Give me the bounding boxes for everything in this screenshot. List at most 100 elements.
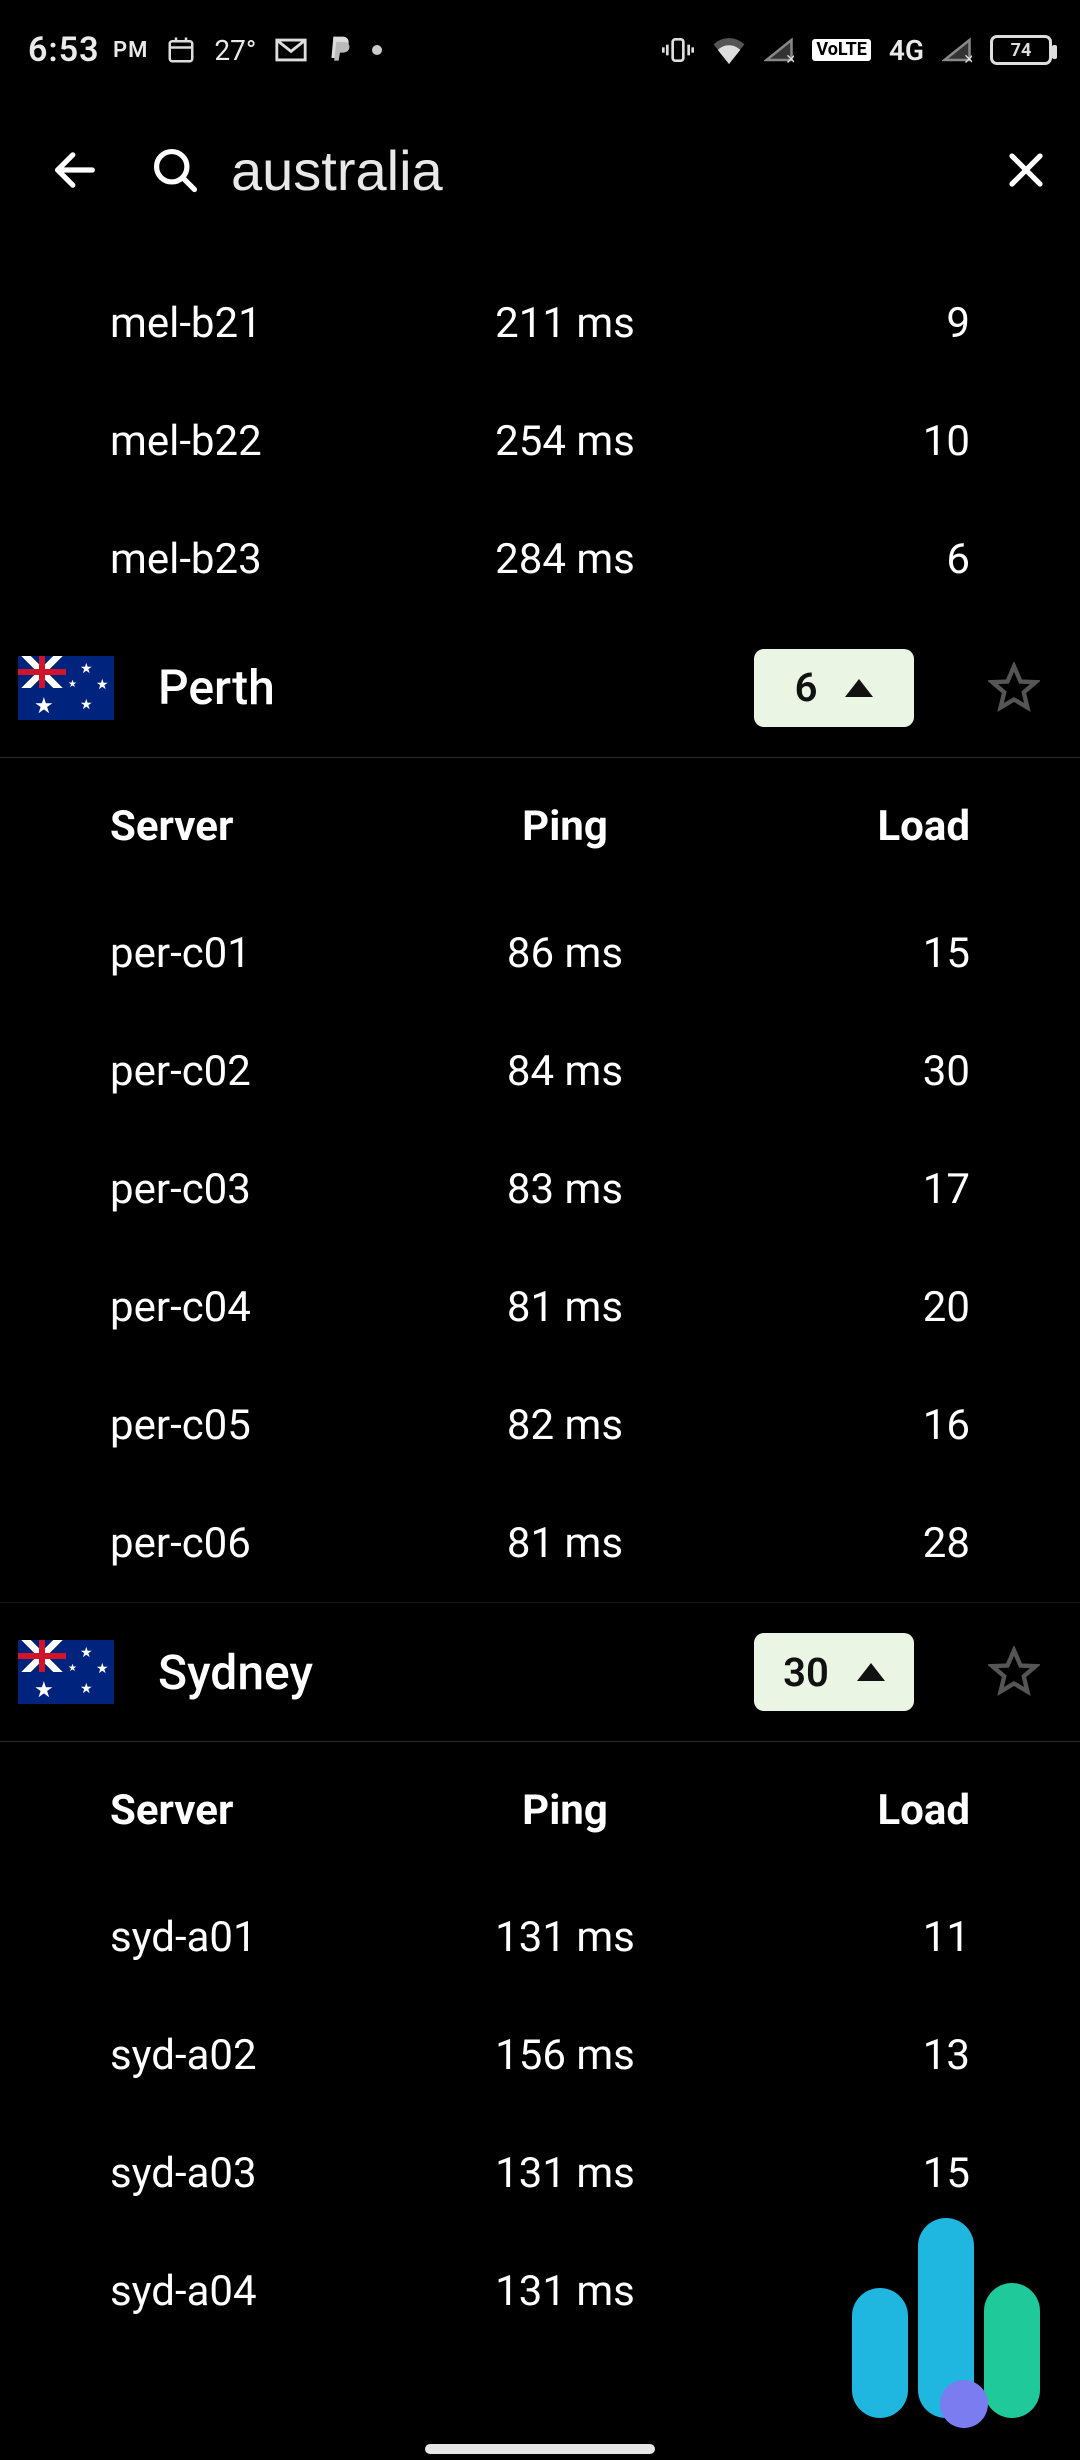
header-ping: Ping bbox=[413, 1786, 716, 1835]
server-ping: 156 ms bbox=[413, 2031, 716, 2080]
server-row[interactable]: syd-a03 131 ms 15 bbox=[0, 2114, 1080, 2232]
city-name: Perth bbox=[158, 659, 710, 716]
server-name: syd-a04 bbox=[110, 2267, 413, 2316]
star-outline-icon bbox=[988, 1646, 1040, 1698]
server-load: 13 bbox=[717, 2031, 1020, 2080]
wifi-icon bbox=[712, 36, 746, 64]
flag-australia-icon: ★★★ ★★ bbox=[18, 1640, 114, 1704]
header-server: Server bbox=[110, 1786, 413, 1835]
server-ping: 83 ms bbox=[413, 1165, 716, 1214]
svg-text:✕: ✕ bbox=[786, 52, 795, 63]
server-name: mel-b22 bbox=[110, 417, 413, 466]
server-ping: 131 ms bbox=[413, 2149, 716, 2198]
server-count: 30 bbox=[783, 1649, 829, 1696]
server-load: 9 bbox=[717, 299, 1020, 348]
server-list-scroll[interactable]: mel-b20 285 ms 9 mel-b21 211 ms 9 mel-b2… bbox=[0, 240, 1080, 2430]
city-header-perth[interactable]: ★★★ ★★ Perth 6 bbox=[0, 618, 1080, 758]
search-input[interactable] bbox=[231, 138, 951, 203]
star-outline-icon bbox=[988, 662, 1040, 714]
table-header: Server Ping Load bbox=[0, 758, 1080, 894]
server-name: per-c05 bbox=[110, 1401, 413, 1450]
back-button[interactable] bbox=[40, 134, 109, 206]
status-bar: 6:53 PM 27° bbox=[0, 0, 1080, 100]
server-ping: 254 ms bbox=[413, 417, 716, 466]
volte-badge: VoLTE bbox=[812, 39, 871, 61]
app-bar bbox=[0, 100, 1080, 240]
city-name: Sydney bbox=[158, 1644, 710, 1701]
server-ping: 84 ms bbox=[413, 1047, 716, 1096]
server-ping: 82 ms bbox=[413, 1401, 716, 1450]
vibrate-icon bbox=[662, 34, 694, 66]
server-load: 6 bbox=[717, 2267, 1020, 2316]
notification-dot-icon bbox=[372, 45, 382, 55]
network-type: 4G bbox=[889, 34, 924, 67]
status-ampm: PM bbox=[113, 38, 148, 63]
signal-1-icon: ✕ bbox=[764, 37, 794, 63]
server-name: mel-b21 bbox=[110, 299, 413, 348]
server-row[interactable]: syd-a02 156 ms 13 bbox=[0, 1996, 1080, 2114]
server-ping: 81 ms bbox=[413, 1519, 716, 1568]
server-row[interactable]: mel-b23 284 ms 6 bbox=[0, 500, 1080, 618]
server-row[interactable]: syd-a04 131 ms 6 bbox=[0, 2232, 1080, 2350]
status-temp: 27° bbox=[214, 34, 256, 67]
server-load: 28 bbox=[717, 1519, 1020, 1568]
server-ping: 86 ms bbox=[413, 929, 716, 978]
server-load: 6 bbox=[717, 535, 1020, 584]
home-indicator[interactable] bbox=[425, 2444, 655, 2454]
server-load: 20 bbox=[717, 1283, 1020, 1332]
server-row[interactable]: per-c05 82 ms 16 bbox=[0, 1366, 1080, 1484]
calendar-icon bbox=[166, 35, 196, 65]
server-load: 11 bbox=[717, 1913, 1020, 1962]
server-row[interactable]: per-c01 86 ms 15 bbox=[0, 894, 1080, 1012]
server-ping: 131 ms bbox=[413, 2267, 716, 2316]
server-ping: 131 ms bbox=[413, 1913, 716, 1962]
server-name: per-c02 bbox=[110, 1047, 413, 1096]
server-load: 15 bbox=[717, 929, 1020, 978]
favorite-button[interactable] bbox=[978, 1636, 1050, 1708]
arrow-left-icon bbox=[49, 144, 101, 196]
svg-text:✕: ✕ bbox=[963, 52, 972, 63]
server-name: mel-b23 bbox=[110, 535, 413, 584]
header-ping: Ping bbox=[413, 802, 716, 851]
server-count-badge[interactable]: 30 bbox=[754, 1633, 914, 1711]
clear-search-button[interactable] bbox=[991, 134, 1060, 206]
header-load: Load bbox=[717, 802, 1020, 851]
server-count-badge[interactable]: 6 bbox=[754, 649, 914, 727]
server-row[interactable]: syd-a01 131 ms 11 bbox=[0, 1878, 1080, 1996]
close-icon bbox=[1002, 146, 1050, 194]
table-header: Server Ping Load bbox=[0, 1742, 1080, 1878]
server-row[interactable]: per-c04 81 ms 20 bbox=[0, 1248, 1080, 1366]
signal-2-icon: ✕ bbox=[942, 37, 972, 63]
status-time: 6:53 bbox=[28, 30, 100, 70]
server-name: per-c03 bbox=[110, 1165, 413, 1214]
server-row[interactable]: mel-b21 211 ms 9 bbox=[0, 264, 1080, 382]
flag-australia-icon: ★★★ ★★ bbox=[18, 656, 114, 720]
city-header-sydney[interactable]: ★★★ ★★ Sydney 30 bbox=[0, 1602, 1080, 1742]
paypal-icon bbox=[326, 34, 354, 66]
header-load: Load bbox=[717, 1786, 1020, 1835]
status-right: ✕ VoLTE 4G ✕ 74 bbox=[662, 34, 1052, 67]
server-name: syd-a01 bbox=[110, 1913, 413, 1962]
server-load: 17 bbox=[717, 1165, 1020, 1214]
server-name: syd-a03 bbox=[110, 2149, 413, 2198]
server-name: per-c06 bbox=[110, 1519, 413, 1568]
server-name: per-c01 bbox=[110, 929, 413, 978]
server-ping: 211 ms bbox=[413, 299, 716, 348]
server-row[interactable]: per-c06 81 ms 28 bbox=[0, 1484, 1080, 1602]
server-count: 6 bbox=[795, 664, 818, 711]
search-field[interactable] bbox=[149, 138, 951, 203]
server-row[interactable]: mel-b20 285 ms 9 bbox=[0, 240, 1080, 264]
chevron-up-icon bbox=[845, 679, 873, 697]
server-name: syd-a02 bbox=[110, 2031, 413, 2080]
server-row[interactable]: per-c02 84 ms 30 bbox=[0, 1012, 1080, 1130]
favorite-button[interactable] bbox=[978, 652, 1050, 724]
status-clock: 6:53 PM bbox=[28, 30, 148, 70]
search-icon bbox=[149, 144, 201, 196]
server-load: 15 bbox=[717, 2149, 1020, 2198]
header-server: Server bbox=[110, 802, 413, 851]
server-load: 30 bbox=[717, 1047, 1020, 1096]
server-row[interactable]: mel-b22 254 ms 10 bbox=[0, 382, 1080, 500]
server-row[interactable]: per-c03 83 ms 17 bbox=[0, 1130, 1080, 1248]
chevron-up-icon bbox=[857, 1663, 885, 1681]
status-left: 6:53 PM 27° bbox=[28, 30, 382, 70]
